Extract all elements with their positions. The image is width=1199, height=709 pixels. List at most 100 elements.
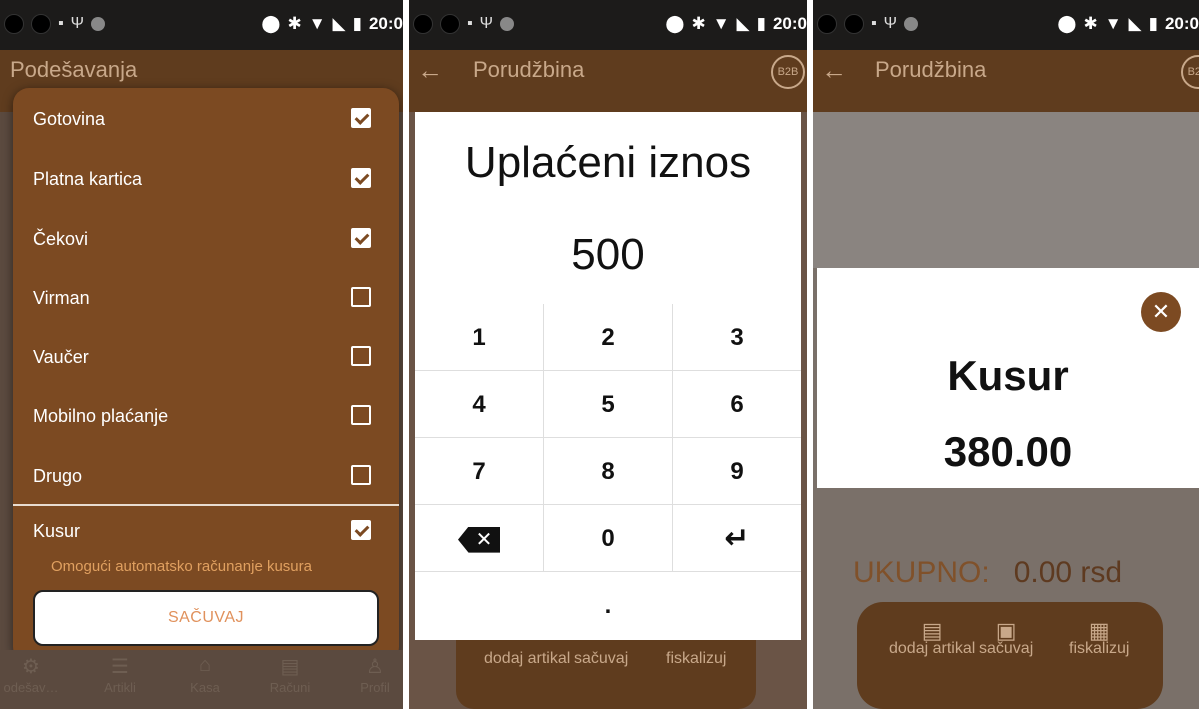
change-screen: ▪ Ψ ⬤ ✱ ▼ ◣ ▮ 20:0 ← Porudžbina B2B ✕ Ku…	[813, 0, 1199, 709]
nav-racuni[interactable]: ▤ Računi	[255, 654, 325, 695]
key-dot[interactable]: .	[415, 572, 801, 639]
button-label: fiskalizuj	[1069, 640, 1130, 657]
back-arrow-icon[interactable]: ←	[821, 55, 847, 86]
notification-dot-icon	[31, 14, 51, 34]
signal-icon: ◣	[1128, 14, 1142, 33]
option-drugo[interactable]: Drugo	[13, 463, 399, 493]
status-bar: ▪ Ψ ⬤ ✱ ▼ ◣ ▮ 20:0	[813, 0, 1199, 50]
total-label: UKUPNO:	[853, 556, 990, 589]
wifi-icon: ▼	[308, 14, 326, 33]
battery-icon: ▮	[1148, 14, 1158, 33]
b2b-badge[interactable]: B2B	[1181, 55, 1199, 89]
order-actions-bar: ▤ dodaj artikal ▣ sačuvaj ▦ fiskalizuj	[857, 602, 1163, 709]
settings-screen: ▪ Ψ ⬤ ✱ ▼ ◣ ▮ 20:0 Podešavanja Gotovina …	[0, 0, 403, 709]
circle-icon	[91, 17, 106, 31]
checkbox-unchecked[interactable]	[351, 287, 371, 307]
nav-artikli[interactable]: ☰ Artikli	[85, 654, 155, 695]
location-icon: ⬤	[665, 14, 685, 33]
close-icon[interactable]: ✕	[1141, 292, 1181, 332]
key-9[interactable]: 9	[673, 438, 801, 505]
option-mobilno-placanje[interactable]: Mobilno plaćanje	[13, 403, 399, 433]
gear-icon: ⚙	[22, 656, 40, 678]
key-0[interactable]: 0	[544, 505, 673, 572]
option-label: Vaučer	[33, 347, 89, 367]
b2b-badge[interactable]: B2B	[771, 55, 805, 89]
total-value: 0.00 rsd	[1013, 556, 1123, 589]
receipt-icon: ▤	[280, 656, 300, 678]
checkbox-checked[interactable]	[351, 520, 371, 540]
checkbox-unchecked[interactable]	[351, 405, 371, 425]
backspace-key[interactable]: ✕	[415, 505, 544, 572]
clock: 20:0	[368, 14, 403, 33]
battery-icon: ▮	[352, 14, 362, 33]
usb-icon: Ψ	[70, 15, 85, 32]
signal-icon: ◣	[332, 14, 346, 33]
circle-icon	[500, 17, 515, 31]
option-label: Čekovi	[33, 229, 89, 249]
checkbox-checked[interactable]	[351, 168, 371, 188]
change-value: 380.00	[943, 428, 1073, 475]
nav-profil[interactable]: ♙ Profil	[340, 654, 403, 695]
option-kusur[interactable]: Kusur	[13, 518, 399, 548]
back-arrow-icon[interactable]: ←	[417, 55, 443, 86]
checkbox-unchecked[interactable]	[351, 346, 371, 366]
key-5[interactable]: 5	[544, 371, 673, 438]
button-label: sačuvaj	[979, 640, 1034, 657]
key-7[interactable]: 7	[415, 438, 544, 505]
app-bar: ← Porudžbina B2B	[813, 50, 1199, 112]
bottom-navigation: ⚙ odešav… ☰ Artikli ⌂ Kasa ▤ Računi ♙ Pr…	[0, 650, 403, 709]
nav-settings[interactable]: ⚙ odešav…	[0, 654, 66, 695]
status-bar: ▪ Ψ ⬤ ✱ ▼ ◣ ▮ 20:0	[0, 0, 403, 50]
option-label: Kusur	[33, 521, 81, 541]
floppy-icon: ▣	[995, 618, 1017, 643]
order-actions-bar: dodaj artikal sačuvaj fiskalizuj	[456, 640, 756, 709]
change-label: Kusur	[947, 352, 1069, 399]
fiscalize-button[interactable]: fiskalizuj	[666, 650, 726, 668]
enter-key[interactable]: ↵	[673, 505, 801, 572]
usb-icon: Ψ	[479, 15, 494, 32]
option-cekovi[interactable]: Čekovi	[13, 226, 399, 256]
key-2[interactable]: 2	[544, 304, 673, 371]
save-order-button[interactable]: ▣ sačuvaj	[979, 618, 1034, 658]
button-label: dodaj artikal	[889, 640, 976, 657]
key-1[interactable]: 1	[415, 304, 544, 371]
add-item-button[interactable]: dodaj artikal	[484, 650, 570, 668]
option-platna-kartica[interactable]: Platna kartica	[13, 166, 399, 196]
receipt-icon: ▦	[1088, 618, 1110, 643]
fiscalize-button[interactable]: ▦ fiskalizuj	[1069, 618, 1130, 658]
change-dialog: ✕ Kusur 380.00	[817, 268, 1199, 488]
backspace-icon: ✕	[458, 526, 500, 553]
dialog-title: Uplaćeni iznos	[464, 138, 752, 187]
add-item-button[interactable]: ▤ dodaj artikal	[889, 620, 976, 658]
nav-label: Kasa	[190, 680, 220, 695]
nav-kasa[interactable]: ⌂ Kasa	[170, 654, 240, 695]
option-virman[interactable]: Virman	[13, 285, 399, 315]
option-gotovina[interactable]: Gotovina	[13, 106, 399, 136]
notification-dot-icon	[440, 14, 460, 34]
save-order-button[interactable]: sačuvaj	[574, 650, 628, 668]
key-3[interactable]: 3	[673, 304, 801, 371]
checkbox-unchecked[interactable]	[351, 465, 371, 485]
wifi-icon: ▼	[1104, 14, 1122, 33]
page-title: Podešavanja	[10, 57, 138, 82]
save-button[interactable]: SAČUVAJ	[33, 590, 379, 646]
key-4[interactable]: 4	[415, 371, 544, 438]
circle-icon	[904, 17, 919, 31]
option-label: Platna kartica	[33, 169, 143, 189]
checkbox-checked[interactable]	[351, 228, 371, 248]
key-8[interactable]: 8	[544, 438, 673, 505]
list-icon: ☰	[111, 656, 129, 678]
nav-label: odešav…	[3, 680, 59, 695]
payment-methods-dialog: Gotovina Platna kartica Čekovi Virman Va…	[13, 88, 399, 663]
page-title: Porudžbina	[875, 57, 987, 82]
enter-icon: ↵	[724, 522, 750, 555]
order-payment-screen: ▪ Ψ ⬤ ✱ ▼ ◣ ▮ 20:0 ← Porudžbina B2B Upla…	[409, 0, 807, 709]
bluetooth-icon: ✱	[287, 14, 302, 33]
option-label: Drugo	[33, 466, 83, 486]
paid-amount-dialog: Uplaćeni iznos 500 1 2 3 4 5 6 7 8 9 ✕ 0…	[415, 112, 801, 640]
option-vaucer[interactable]: Vaučer	[13, 344, 399, 374]
option-label: Virman	[33, 288, 90, 308]
notification-dot-icon	[844, 14, 864, 34]
checkbox-checked[interactable]	[351, 108, 371, 128]
key-6[interactable]: 6	[673, 371, 801, 438]
